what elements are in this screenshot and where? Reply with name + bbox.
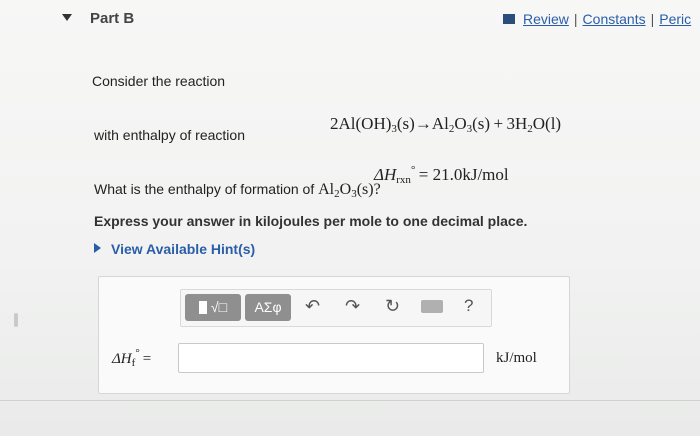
part-title: Part B (90, 10, 135, 27)
top-links: Review | Constants | Peric (503, 11, 691, 27)
reaction-arrow: → (414, 114, 432, 133)
review-link[interactable]: Review (523, 11, 569, 27)
redo-icon[interactable]: ↷ (345, 296, 360, 317)
unit-label: kJ/mol (496, 350, 537, 366)
math-toolbar: √□ ΑΣφ ↶ ↷ ↻ ? (180, 289, 492, 327)
product2-coef: 3H (506, 114, 528, 133)
reaction-plus: + (493, 114, 504, 133)
product2-rest: O(l) (532, 114, 562, 133)
review-icon (503, 14, 515, 24)
page: Part B Review | Constants | Peric Consider t… (0, 0, 700, 436)
reset-icon[interactable]: ↻ (385, 296, 400, 317)
product1-o: O (454, 114, 467, 133)
product1-state: (s) (472, 114, 491, 133)
product1-al: Al (431, 114, 449, 133)
constants-link[interactable]: Constants (583, 11, 646, 27)
ask-tail: (s)? (356, 181, 381, 198)
ask-text: What is the enthalpy of formation of Al2… (94, 181, 381, 200)
with-enthalpy-text: with enthalpy of reaction (94, 127, 245, 143)
hint-caret-icon (94, 243, 101, 253)
reaction-coef: 2 (330, 114, 339, 133)
ask-o: O (339, 181, 352, 198)
side-handle (14, 313, 18, 327)
ask-formula: Al2O3(s)? (318, 181, 381, 200)
template-block-icon (198, 301, 207, 314)
consider-text: Consider the reaction (92, 73, 226, 89)
answer-label: ΔHf° = (112, 347, 152, 369)
reaction-species: Al(OH) (338, 114, 392, 133)
reaction-state: (s) (396, 114, 415, 133)
hint-link[interactable]: View Available Hint(s) (111, 241, 255, 257)
reaction-equation: 2Al(OH)3(s)→Al2O3(s) + 3H2O(l) (330, 114, 562, 135)
collapse-caret-icon[interactable] (62, 14, 72, 21)
help-button[interactable]: ? (464, 296, 473, 316)
divider (0, 400, 700, 401)
hint-toggle[interactable]: View Available Hint(s) (94, 241, 255, 257)
dh-value: = 21.0kJ/mol (418, 165, 509, 184)
symbols-button[interactable]: ΑΣφ (245, 294, 291, 321)
undo-icon[interactable]: ↶ (305, 296, 320, 317)
templates-label: √□ (210, 299, 228, 315)
keyboard-icon[interactable] (421, 300, 443, 313)
instruction-text: Express your answer in kilojoules per mo… (94, 213, 528, 229)
ask-al: Al (318, 181, 335, 198)
answer-degree: ° (135, 347, 140, 359)
link-separator: | (650, 11, 655, 27)
link-separator: | (573, 11, 578, 27)
periodic-table-link[interactable]: Peric (659, 11, 691, 27)
answer-equals: = (142, 351, 152, 367)
dh-subscript: rxn (396, 174, 411, 186)
enthalpy-reaction: ΔHrxn° = 21.0kJ/mol (374, 164, 509, 186)
degree-symbol: ° (410, 164, 416, 176)
answer-dh-symbol: ΔH (112, 351, 132, 367)
ask-phrase: What is the enthalpy of formation of (94, 181, 315, 197)
answer-input[interactable] (178, 343, 484, 373)
templates-button[interactable]: √□ (185, 294, 241, 321)
